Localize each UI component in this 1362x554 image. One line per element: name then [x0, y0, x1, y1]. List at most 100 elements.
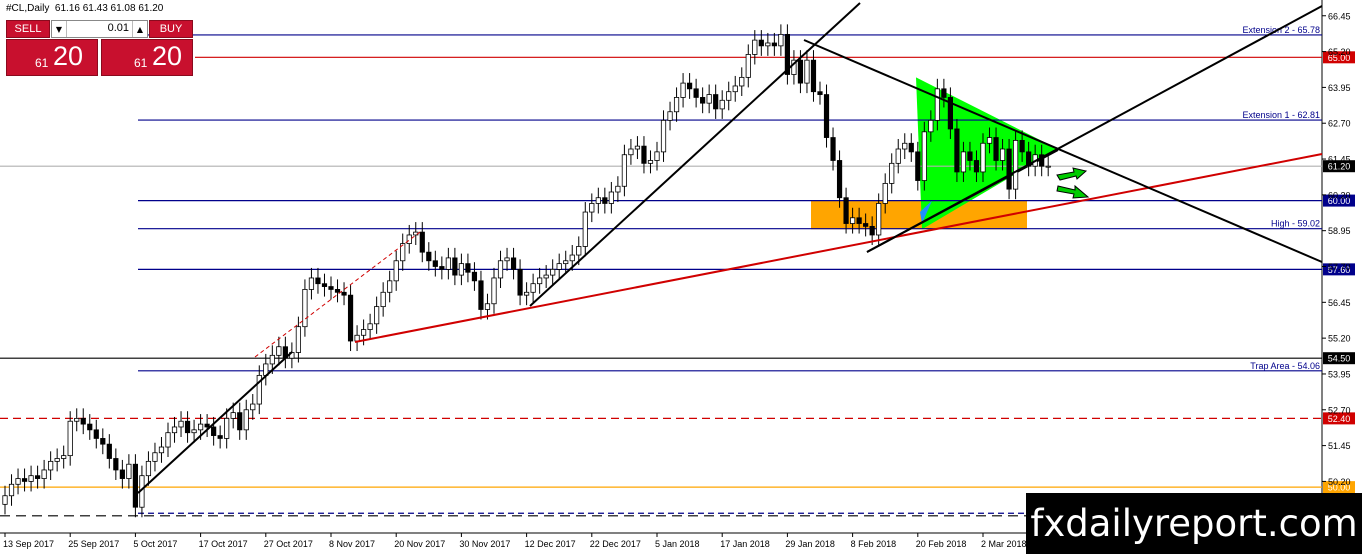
sell-button[interactable]: SELL — [6, 20, 50, 38]
watermark-logo: fxdailyreport.com — [1026, 493, 1362, 554]
candle-bull — [61, 455, 67, 459]
candle-bear — [35, 475, 41, 479]
time-tick-label: 29 Jan 2018 — [785, 539, 835, 549]
candle-bear — [797, 59, 804, 84]
candle-bull — [778, 33, 784, 47]
zones-layer — [811, 77, 1059, 253]
candle-bull — [563, 260, 569, 265]
candle-bear — [967, 151, 973, 161]
buy-price-pips: 20 — [152, 41, 183, 71]
candle-bear — [830, 137, 836, 161]
lot-increase-icon[interactable]: ▲ — [132, 21, 147, 37]
candle-bull — [719, 99, 725, 110]
buy-quote[interactable]: 61 20 — [101, 39, 193, 76]
candle-bull — [576, 246, 582, 256]
candle-bull — [224, 417, 230, 439]
candle-bear — [1019, 140, 1025, 153]
candle-bull — [543, 274, 549, 279]
uptrend-line-steep-upper[interactable] — [529, 2, 861, 307]
sell-price-pips: 20 — [53, 41, 84, 71]
time-tick-label: 20 Nov 2017 — [394, 539, 445, 549]
candle-bear — [869, 225, 875, 236]
level-label: Trap Area - 54.06 — [1250, 361, 1320, 371]
forecast-arrow-up[interactable] — [1056, 167, 1088, 181]
price-chart[interactable]: Extension 2 - 65.7865.00Extension 1 - 62… — [0, 0, 1362, 554]
level-label: Extension 2 - 65.78 — [1242, 25, 1320, 35]
candle-bear — [87, 423, 93, 431]
lot-size-field[interactable]: ▼ 0.01 ▲ — [51, 20, 148, 38]
candle-bear — [132, 463, 138, 508]
candle-bear — [700, 97, 706, 104]
candle-bull — [250, 403, 256, 411]
candle-bull — [726, 91, 732, 101]
price-tick-label: 62.70 — [1328, 119, 1351, 129]
candle-bull — [295, 326, 302, 353]
candle-bull — [530, 283, 536, 293]
candle-bull — [360, 329, 367, 336]
sell-quote[interactable]: 61 20 — [6, 39, 98, 76]
candle-bear — [993, 137, 999, 161]
candle-bull — [628, 148, 634, 156]
candle-bear — [426, 251, 432, 262]
candle-bull — [152, 452, 158, 462]
candle-bull — [445, 257, 451, 270]
time-tick-label: 30 Nov 2017 — [459, 539, 510, 549]
candle-bull — [308, 277, 315, 290]
candle-bull — [524, 291, 530, 296]
candle-bull — [74, 417, 80, 422]
candle-bull — [354, 334, 360, 342]
candle-bull — [15, 478, 21, 485]
buy-button[interactable]: BUY — [149, 20, 193, 38]
candle-bull — [158, 446, 165, 454]
symbol-name: #CL,Daily — [6, 3, 50, 14]
price-tick-label: 57.70 — [1328, 262, 1351, 272]
candle-bull — [484, 303, 491, 310]
time-tick-label: 12 Dec 2017 — [525, 539, 576, 549]
candle-bull — [28, 475, 34, 482]
candle-bull — [615, 185, 621, 193]
candle-bull — [504, 257, 510, 262]
candle-bear — [641, 145, 647, 164]
time-tick-label: 27 Oct 2017 — [264, 539, 313, 549]
lot-decrease-icon[interactable]: ▼ — [52, 21, 67, 37]
candle-bear — [93, 429, 99, 439]
candle-bear — [100, 438, 106, 445]
candle-bull — [48, 460, 54, 471]
forecast-arrow-down[interactable] — [1056, 184, 1090, 199]
price-tag: 52.40 — [1328, 414, 1351, 424]
candle-bear — [693, 88, 699, 98]
candle-bear — [334, 289, 341, 293]
candle-bear — [419, 231, 425, 253]
candle-bull — [2, 495, 8, 505]
candle-bear — [758, 39, 764, 47]
candle-bear — [341, 291, 347, 296]
price-tick-label: 55.20 — [1328, 334, 1351, 344]
candle-bull — [680, 82, 686, 98]
candle-bear — [113, 458, 119, 471]
candle-bear — [941, 88, 947, 98]
level-label: Extension 1 - 62.81 — [1242, 110, 1320, 120]
chart-window: Extension 2 - 65.78 65.00 Extension 1 - 62… — [0, 0, 1362, 554]
candle-bull — [406, 234, 412, 244]
candle-bear — [439, 266, 445, 270]
candle-bear — [856, 217, 862, 224]
ohlc-values: 61.16 61.43 61.08 61.20 — [54, 3, 164, 14]
candle-bull — [928, 119, 934, 133]
candle-bull — [243, 409, 249, 431]
candle-bear — [204, 423, 210, 428]
candle-bull — [660, 119, 667, 153]
candle-bull — [367, 323, 373, 330]
time-tick-label: 2 Mar 2018 — [981, 539, 1027, 549]
candle-bull — [393, 260, 399, 282]
price-tick-label: 63.95 — [1328, 83, 1351, 93]
candle-bull — [960, 151, 967, 173]
candle-bull — [302, 289, 308, 328]
candle-bear — [237, 412, 243, 431]
level-label: High - 59.02 — [1271, 219, 1320, 229]
candle-bull — [654, 151, 660, 161]
candle-bear — [810, 59, 817, 93]
candle-bear — [687, 82, 693, 90]
candle-bear — [510, 257, 517, 270]
uptrend-line-steep-lower[interactable] — [137, 351, 293, 494]
lot-size-value[interactable]: 0.01 — [108, 22, 129, 34]
